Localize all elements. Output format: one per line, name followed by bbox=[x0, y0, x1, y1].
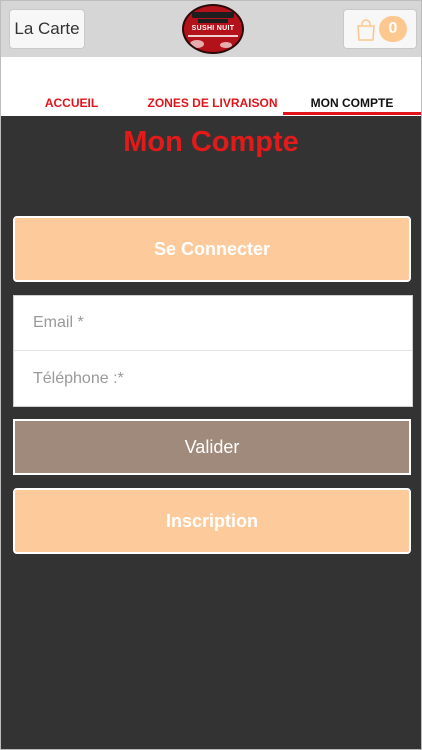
active-tab-indicator bbox=[283, 112, 421, 115]
telephone-field[interactable]: Téléphone :* bbox=[14, 351, 412, 406]
cart-count-badge: 0 bbox=[379, 16, 407, 42]
logo-roof-shape bbox=[192, 12, 234, 18]
account-panel: Mon Compte Se Connecter Email * Téléphon… bbox=[1, 116, 421, 749]
tab-accueil[interactable]: ACCUEIL bbox=[1, 91, 142, 115]
email-field[interactable]: Email * bbox=[14, 296, 412, 351]
logo-text: SUSHI NUIT bbox=[191, 25, 235, 32]
tab-zones-de-livraison[interactable]: ZONES DE LIVRAISON bbox=[142, 91, 283, 115]
top-bar: La Carte SUSHI NUIT 0 bbox=[1, 1, 421, 57]
logo-tagline-line bbox=[188, 35, 238, 37]
shopping-bag-icon bbox=[357, 19, 375, 41]
login-form: Email * Téléphone :* bbox=[13, 295, 413, 407]
logo-blossom-shape-right bbox=[220, 42, 232, 48]
app-frame: La Carte SUSHI NUIT 0 ACCUEIL ZONES DE L… bbox=[0, 0, 422, 750]
logo-roof-shape-lower bbox=[198, 19, 228, 23]
logo-blossom-shape bbox=[190, 40, 204, 48]
la-carte-button[interactable]: La Carte bbox=[9, 9, 85, 49]
inscription-button[interactable]: Inscription bbox=[13, 488, 411, 554]
se-connecter-button[interactable]: Se Connecter bbox=[13, 216, 411, 282]
restaurant-logo[interactable]: SUSHI NUIT bbox=[182, 4, 244, 54]
cart-button[interactable]: 0 bbox=[343, 9, 417, 49]
page-title: Mon Compte bbox=[123, 126, 299, 158]
valider-button[interactable]: Valider bbox=[13, 419, 411, 475]
